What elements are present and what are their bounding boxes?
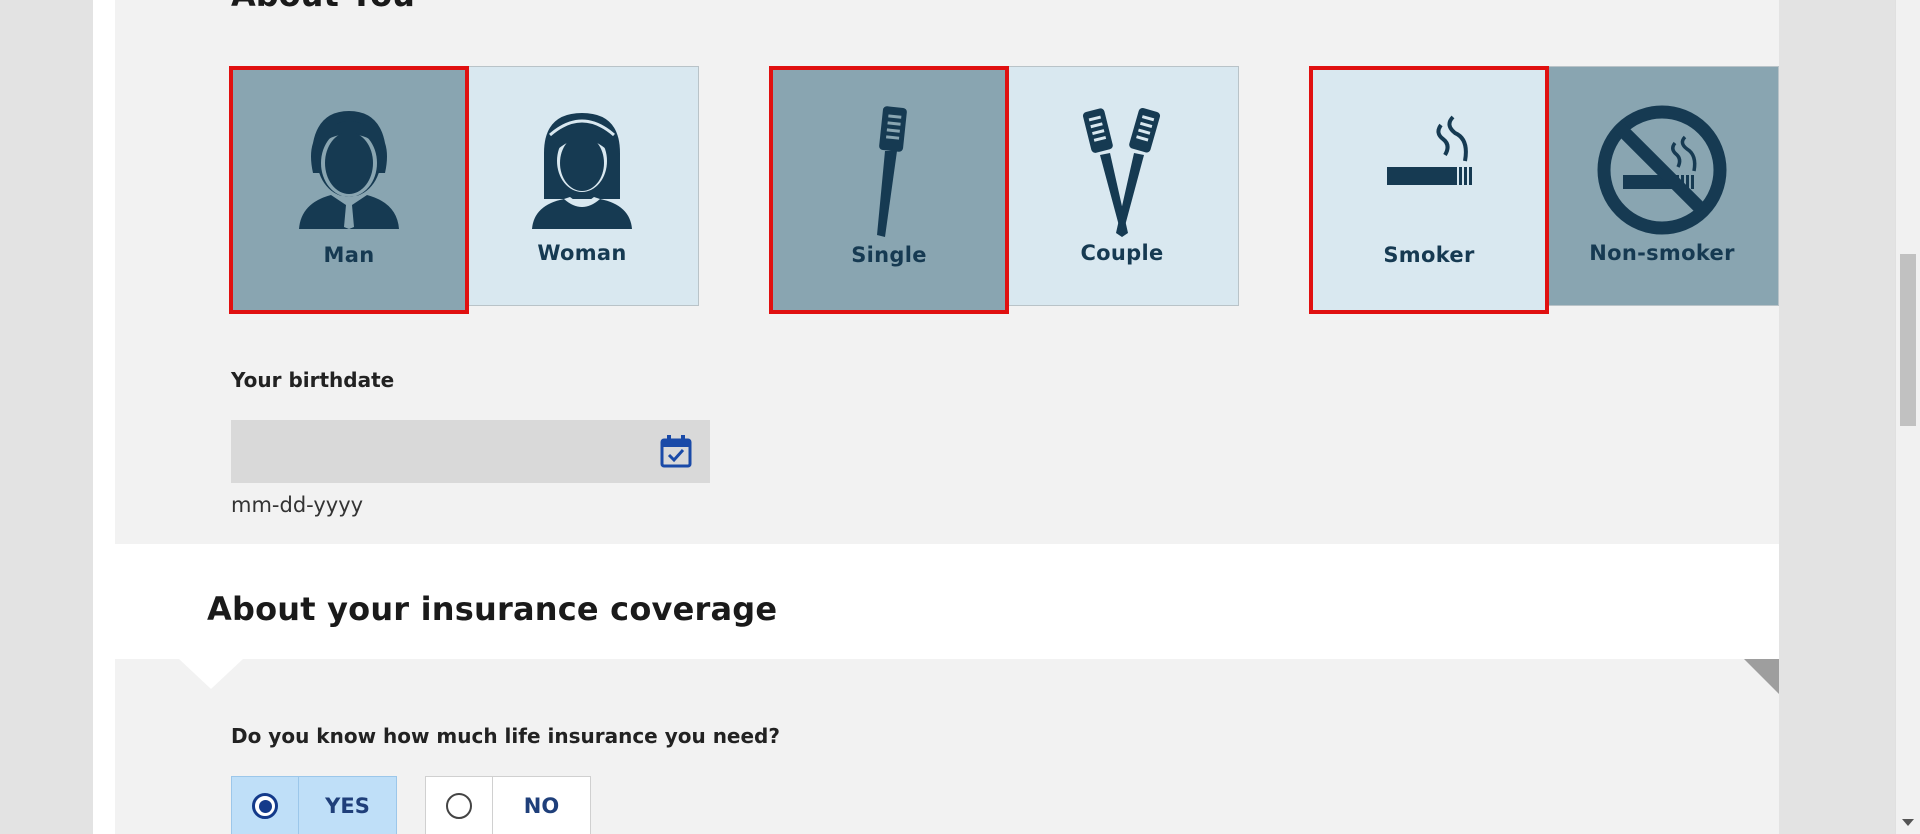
no-label: NO [523,794,560,818]
answer-yes-option[interactable]: YES [231,776,397,834]
coverage-title: About your insurance coverage [207,590,778,628]
radio-yes[interactable] [252,793,278,819]
woman-label: Woman [537,241,627,265]
toothbrush-icon [814,103,964,237]
birthdate-format-hint: mm-dd-yyyy [231,493,364,517]
page: About You Man [93,0,1779,834]
panel-corner-fold [1707,659,1779,696]
household-option-couple[interactable]: Couple [1005,66,1239,306]
calendar-check-icon[interactable] [658,433,694,469]
radio-cell-yes [232,777,299,834]
birthdate-label: Your birthdate [231,368,395,392]
vertical-scrollbar[interactable] [1895,0,1920,834]
panel-notch [179,659,243,689]
single-label: Single [851,243,927,267]
smoker-option-smoker[interactable]: Smoker [1309,66,1549,314]
two-toothbrushes-icon [1047,103,1197,237]
couple-label: Couple [1080,241,1164,265]
about-you-title: About You [231,0,415,14]
non-smoker-label: Non-smoker [1589,241,1735,265]
no-smoking-icon [1587,103,1737,235]
birthdate-input[interactable] [231,420,631,483]
gender-option-woman[interactable]: Woman [465,66,699,306]
insurance-question: Do you know how much life insurance you … [231,724,780,748]
woman-icon [507,103,657,233]
birthdate-field [231,420,710,483]
scroll-thumb[interactable] [1900,254,1916,426]
scroll-down-arrow-icon[interactable] [1902,819,1914,826]
household-option-single[interactable]: Single [769,66,1009,314]
smoker-option-non-smoker[interactable]: Non-smoker [1545,66,1779,306]
smoker-label: Smoker [1383,243,1475,267]
radio-cell-no [426,777,493,834]
man-icon [274,103,424,233]
radio-no[interactable] [446,793,472,819]
cigarette-icon [1354,103,1504,233]
yes-label: YES [325,794,370,818]
answer-no-option[interactable]: NO [425,776,591,834]
gender-option-man[interactable]: Man [229,66,469,314]
man-label: Man [323,243,375,267]
